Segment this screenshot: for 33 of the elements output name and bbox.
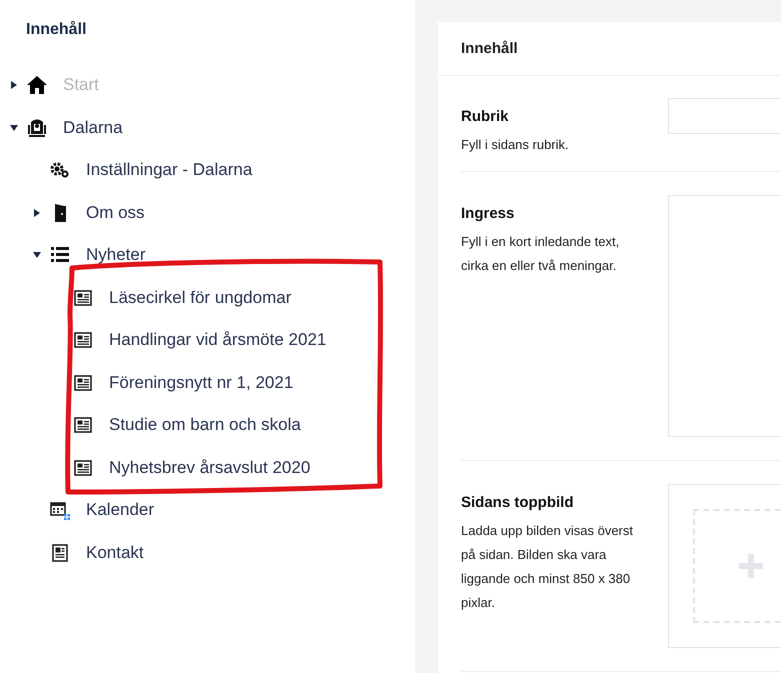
field-help-text: Fyll i en kort inledande text, cirka en eller två meningar. [461, 233, 620, 275]
newspaper-icon [73, 288, 93, 308]
field-label: Sidans toppbild [461, 494, 574, 511]
card-title: Innehåll [461, 40, 518, 57]
field-help-text: Ladda upp bilden visas överst på sidan. Bilden ska vara liggande och minst 850 x 380 pixlar. [461, 522, 634, 612]
newspaper-icon [73, 415, 93, 436]
tree-item[interactable]: Nyheter [86, 245, 146, 266]
calendar-icon [50, 500, 70, 520]
tree-item[interactable]: Föreningsnytt nr 1, 2021 [109, 372, 294, 393]
plus-icon [739, 554, 763, 578]
newspaper-icon [73, 330, 93, 350]
tree-item[interactable]: Nyhetsbrev årsavslut 2020 [109, 458, 310, 478]
gears-icon [50, 160, 70, 180]
field-help-text: Fyll i sidans rubrik. [461, 136, 570, 154]
caret-right-icon[interactable] [33, 208, 41, 218]
tree-item[interactable]: Om oss [86, 202, 145, 223]
caret-down-icon[interactable] [10, 122, 18, 133]
tree-item[interactable]: Handlingar vid årsmöte 2021 [109, 330, 326, 350]
field-label: Ingress [461, 205, 516, 222]
tree-item[interactable]: Inställningar - Dalarna [86, 160, 252, 180]
newspaper-icon [73, 458, 93, 478]
building-icon [27, 118, 47, 138]
tree-item[interactable]: Kalender [86, 500, 154, 520]
newspaper-icon [73, 372, 93, 393]
tree-item[interactable]: Kontakt [86, 542, 144, 563]
sidebar-title: Innehåll [26, 21, 86, 39]
tree-item[interactable]: Läsecirkel för ungdomar [109, 288, 292, 308]
field-label: Rubrik [461, 108, 510, 125]
tree-item[interactable]: Dalarna [63, 118, 123, 138]
caret-down-icon[interactable] [33, 250, 41, 260]
contact-card-icon [50, 542, 70, 563]
tree-item[interactable]: Studie om barn och skola [109, 415, 301, 436]
home-icon [27, 75, 47, 96]
